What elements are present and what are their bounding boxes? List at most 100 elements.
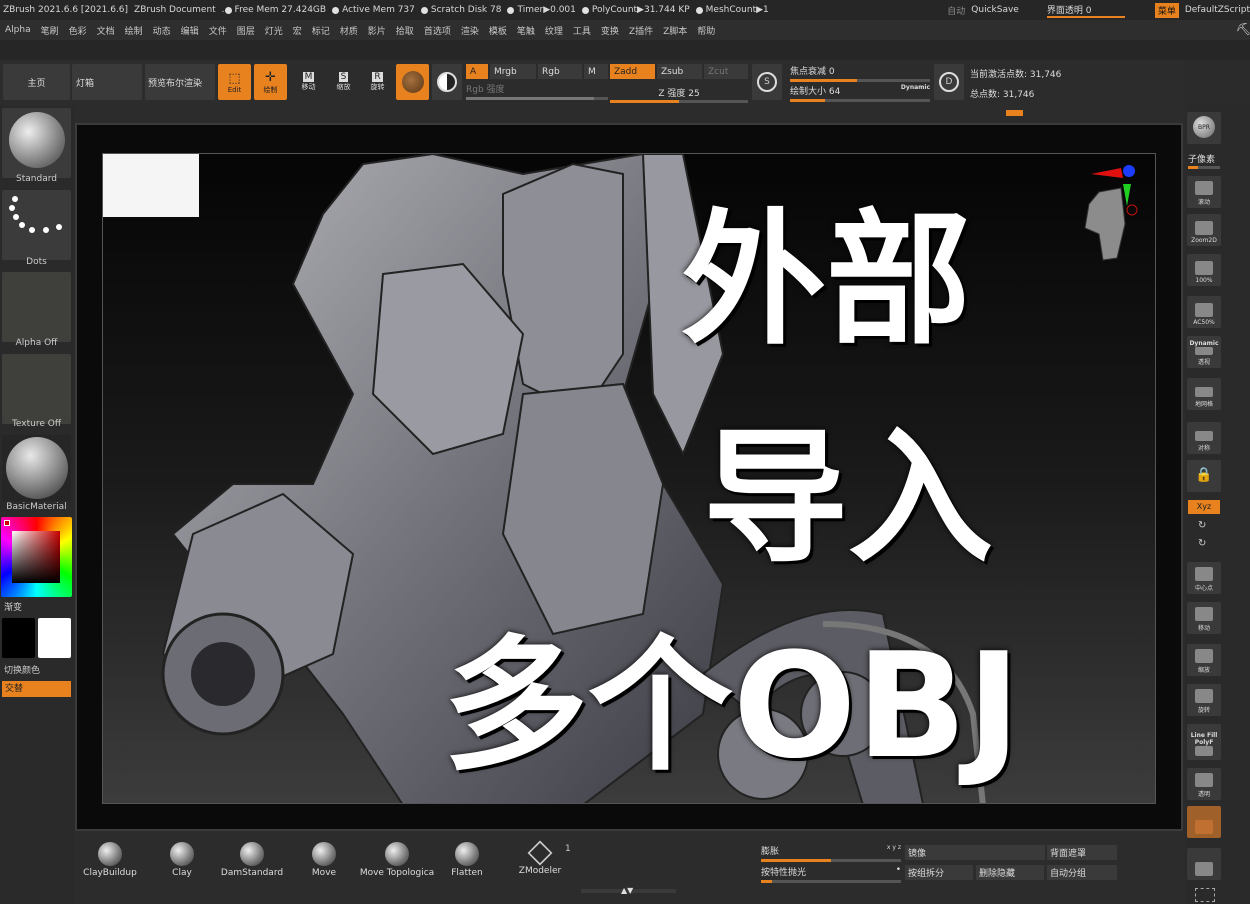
tool-icon[interactable]: ⛏ — [1236, 22, 1250, 36]
zoom2d-button[interactable]: Zoom2D — [1187, 214, 1221, 246]
bottom-scroll-handle[interactable]: ▲▼ — [581, 886, 676, 895]
mirror-button[interactable]: 镜像 — [905, 845, 1045, 860]
rgb-intensity-slider[interactable]: Rgb 强度 — [466, 82, 608, 100]
menu-item[interactable]: 材质 — [335, 24, 363, 37]
scale-button[interactable]: S 缩放 — [327, 64, 360, 100]
ghost-button[interactable] — [1187, 806, 1221, 838]
menu-item[interactable]: 笔刷 — [36, 24, 64, 37]
split-groups-button[interactable]: 按组拆分 — [905, 865, 973, 880]
transparency-slider[interactable]: 界面透明 0 — [1046, 3, 1125, 18]
brush-clay[interactable]: Clay — [147, 842, 217, 878]
mode-m[interactable]: M — [584, 64, 608, 79]
inflate-slider[interactable]: 膨胀 x y z — [761, 844, 901, 862]
menu-item[interactable]: 色彩 — [64, 24, 92, 37]
draw-size-slider[interactable]: 绘制大小 64 Dynamic — [790, 84, 930, 102]
stroke-selector[interactable] — [2, 190, 71, 260]
quicksave-button[interactable]: QuickSave — [971, 5, 1019, 15]
switch-color-button[interactable]: 切换颜色 — [4, 663, 40, 676]
mode-rgb[interactable]: Rgb — [538, 64, 582, 79]
brush-damstandard[interactable]: DamStandard — [217, 842, 287, 878]
line-fill-button[interactable]: Line Fill PolyF — [1187, 724, 1221, 760]
menu-item[interactable]: 文件 — [204, 24, 232, 37]
rotate-view-button[interactable]: 旋转 — [1187, 684, 1221, 716]
default-script-button[interactable]: DefaultZScript — [1185, 5, 1250, 15]
home-button[interactable]: 主页 — [3, 64, 70, 100]
transparent-button[interactable]: 透明 — [1187, 768, 1221, 800]
rotate-z-icon[interactable]: ↻ — [1198, 538, 1206, 549]
menu-item[interactable]: 工具 — [568, 24, 596, 37]
rotate-button[interactable]: R 旋转 — [361, 64, 394, 100]
viewport-scroll-indicator[interactable] — [1006, 110, 1023, 116]
menu-item[interactable]: 首选项 — [419, 24, 456, 37]
subpixel-slider[interactable]: 子像素 — [1188, 152, 1220, 169]
brush-move-topological[interactable]: Move Topologica — [359, 842, 435, 878]
brush-flatten[interactable]: Flatten — [432, 842, 502, 878]
backface-mask-button[interactable]: 背面遮罩 — [1047, 845, 1117, 860]
bpr-render-button[interactable]: BPR — [1187, 112, 1221, 144]
move-view-button[interactable]: 移动 — [1187, 602, 1221, 634]
menu-item[interactable]: Z插件 — [624, 24, 658, 37]
center-point-button[interactable]: 中心点 — [1187, 562, 1221, 594]
brush-move[interactable]: Move — [289, 842, 359, 878]
xyz-rotate-button[interactable]: Xyz — [1188, 500, 1220, 514]
move-button[interactable]: M 移动 — [292, 64, 325, 100]
menu-item[interactable]: 绘制 — [120, 24, 148, 37]
mode-zadd[interactable]: Zadd — [610, 64, 655, 79]
edit-button[interactable]: ⬚ Edit — [218, 64, 251, 100]
rotate-y-icon[interactable]: ↻ — [1198, 520, 1206, 531]
menu-item[interactable]: 笔触 — [512, 24, 540, 37]
floor-grid-button[interactable]: 地网格 — [1187, 378, 1221, 410]
scroll-button[interactable]: 滚动 — [1187, 176, 1221, 208]
brush-claybuildup[interactable]: ClayBuildup — [75, 842, 145, 878]
menu-item[interactable]: 拾取 — [391, 24, 419, 37]
scale-view-button[interactable]: 缩放 — [1187, 644, 1221, 676]
zoom-100-button[interactable]: 100% — [1187, 254, 1221, 286]
menu-item[interactable]: 宏 — [288, 24, 307, 37]
color-picker-square[interactable] — [12, 531, 60, 583]
menu-item[interactable]: 文档 — [92, 24, 120, 37]
polish-by-feature-slider[interactable]: 按特性抛光 • — [761, 865, 901, 883]
menu-button[interactable]: 菜单 — [1154, 2, 1179, 18]
navigation-thumbnail[interactable] — [103, 154, 199, 217]
menu-item[interactable]: 帮助 — [692, 24, 720, 37]
perspective-button[interactable]: Dynamic 透视 — [1187, 336, 1221, 368]
local-button[interactable]: 🔒 — [1187, 460, 1221, 492]
focal-shift-slider[interactable]: 焦点衰减 0 — [790, 64, 930, 82]
material-swatch-button[interactable] — [396, 64, 429, 100]
draw-button[interactable]: ✛ 绘制 — [254, 64, 287, 100]
menu-item[interactable]: 标记 — [307, 24, 335, 37]
secondary-color-swatch[interactable] — [38, 618, 71, 658]
menu-item[interactable]: Z脚本 — [658, 24, 692, 37]
menu-item[interactable]: 模板 — [484, 24, 512, 37]
mode-a[interactable]: A — [466, 64, 488, 79]
menu-item[interactable]: 变换 — [596, 24, 624, 37]
brush-selector[interactable] — [2, 108, 71, 178]
color-mode-button[interactable] — [432, 64, 462, 100]
xpose-icon[interactable] — [1195, 888, 1215, 902]
z-intensity-slider[interactable]: Z 强度 25 — [610, 86, 748, 103]
color-picker[interactable] — [1, 517, 72, 597]
menu-item[interactable]: 动态 — [148, 24, 176, 37]
menu-item[interactable]: 图层 — [232, 24, 260, 37]
alternate-button[interactable]: 交替 — [2, 681, 71, 697]
canvas[interactable]: 外部 导入 多个OBJ — [102, 153, 1156, 804]
menu-item[interactable]: 渲染 — [456, 24, 484, 37]
mode-mrgb[interactable]: Mrgb — [490, 64, 536, 79]
main-color-swatch[interactable] — [2, 618, 35, 658]
mode-zcut[interactable]: Zcut — [704, 64, 748, 79]
texture-selector[interactable] — [2, 354, 71, 424]
alpha-selector[interactable] — [2, 272, 71, 342]
delete-hidden-button[interactable]: 删除隐藏 — [976, 865, 1044, 880]
orientation-gizmo-icon[interactable] — [1081, 164, 1151, 264]
menu-item[interactable]: Alpha — [0, 25, 36, 35]
menu-item[interactable]: 纹理 — [540, 24, 568, 37]
draw-dynamic-icon[interactable]: D — [934, 64, 964, 100]
material-selector[interactable] — [2, 435, 71, 501]
focal-shift-icon[interactable]: S — [752, 64, 782, 100]
preview-boolean-render-button[interactable]: 预览布尔渲染 — [145, 64, 215, 100]
lightbox-button[interactable]: 灯箱 — [72, 64, 142, 100]
auto-groups-button[interactable]: 自动分组 — [1047, 865, 1117, 880]
menu-item[interactable]: 编辑 — [176, 24, 204, 37]
menu-item[interactable]: 影片 — [363, 24, 391, 37]
symmetry-button[interactable]: 对称 — [1187, 422, 1221, 454]
